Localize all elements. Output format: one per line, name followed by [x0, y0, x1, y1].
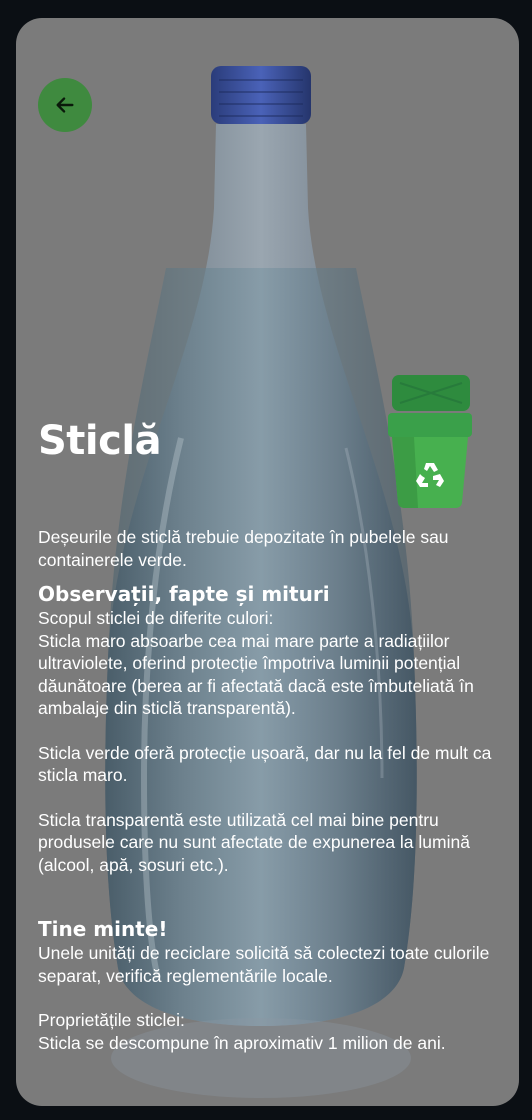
section-heading-observations: Observații, fapte și mituri — [38, 582, 330, 606]
article-content: Deșeurile de sticlă trebuie depozitate î… — [38, 526, 508, 1054]
arrow-left-icon — [56, 97, 74, 113]
section-heading-remember: Tine minte! — [38, 917, 168, 941]
paragraph: Sticla verde oferă protecție ușoară, dar… — [38, 742, 492, 786]
page-title: Sticlă — [38, 418, 162, 464]
paragraph: Sticla transparentă este utilizată cel m… — [38, 809, 470, 875]
paragraph: Scopul sticlei de diferite culori: Sticl… — [38, 608, 474, 718]
detail-screen: Sticlă Deșeurile de sticlă trebuie depoz… — [16, 18, 519, 1106]
back-button[interactable] — [38, 78, 92, 132]
intro-text: Deșeurile de sticlă trebuie depozitate î… — [38, 527, 449, 570]
paragraph: Unele unități de reciclare solicită să c… — [38, 943, 490, 986]
recycle-bin-icon — [388, 375, 472, 508]
paragraph: Proprietățile sticlei: Sticla se descomp… — [38, 1010, 446, 1053]
